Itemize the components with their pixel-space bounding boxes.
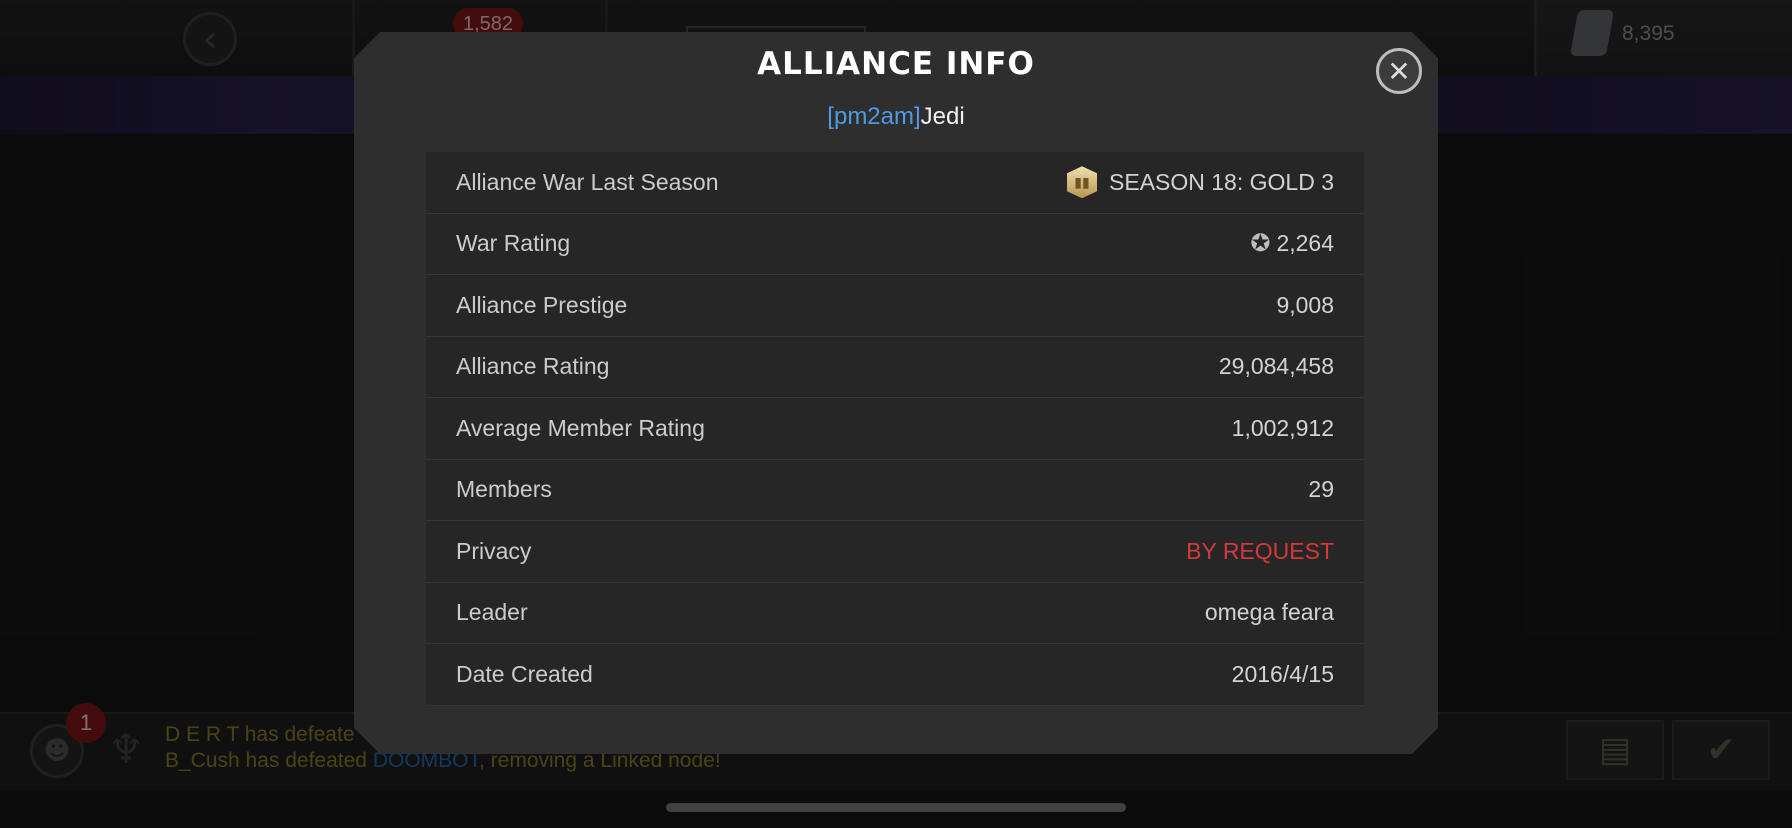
alliance-tag: [pm2am] — [827, 103, 921, 130]
row-label: Privacy — [456, 537, 532, 564]
close-button[interactable]: ✕ — [1376, 48, 1422, 94]
season-gold-icon: ▮▮ — [1067, 166, 1098, 199]
info-row-members: Members 29 — [426, 460, 1364, 521]
row-value: 9,008 — [1276, 291, 1334, 318]
row-value: 29 — [1308, 476, 1334, 503]
privacy-status: BY REQUEST — [1186, 537, 1334, 564]
war-rating-icon: ✪ — [1250, 230, 1271, 258]
info-row-alliance-rating: Alliance Rating 29,084,458 — [426, 337, 1364, 398]
war-rating-value: 2,264 — [1276, 230, 1334, 257]
alliance-info-table: Alliance War Last Season ▮▮ SEASON 18: G… — [426, 152, 1364, 706]
row-value: ✪ 2,264 — [1250, 229, 1334, 258]
info-row-avg-member-rating: Average Member Rating 1,002,912 — [426, 398, 1364, 460]
alliance-info-modal: ALLIANCE INFO [pm2am]Jedi ✕ Alliance War… — [354, 32, 1438, 754]
row-value: ▮▮ SEASON 18: GOLD 3 — [1067, 166, 1334, 199]
row-label: Alliance War Last Season — [456, 168, 719, 195]
row-label: War Rating — [456, 230, 571, 257]
row-label: Average Member Rating — [456, 414, 705, 441]
season-value: SEASON 18: GOLD 3 — [1109, 168, 1334, 195]
info-row-war-rating: War Rating ✪ 2,264 — [426, 214, 1364, 275]
info-row-privacy: Privacy BY REQUEST — [426, 521, 1364, 583]
info-row-prestige: Alliance Prestige 9,008 — [426, 275, 1364, 337]
row-label: Leader — [456, 599, 528, 626]
row-value: 29,084,458 — [1218, 353, 1334, 380]
info-row-date-created: Date Created 2016/4/15 — [426, 644, 1364, 706]
row-label: Alliance Rating — [456, 353, 610, 380]
close-icon: ✕ — [1387, 54, 1411, 88]
info-row-war-season: Alliance War Last Season ▮▮ SEASON 18: G… — [426, 152, 1364, 214]
info-row-leader: Leader omega feara — [426, 583, 1364, 644]
row-label: Members — [456, 476, 552, 503]
alliance-name: [pm2am]Jedi — [354, 103, 1438, 131]
modal-title: ALLIANCE INFO — [757, 46, 1035, 82]
row-value: 2016/4/15 — [1231, 660, 1334, 687]
row-label: Alliance Prestige — [456, 291, 628, 318]
row-value: 1,002,912 — [1231, 414, 1334, 441]
leader-name[interactable]: omega feara — [1205, 599, 1334, 626]
alliance-name-text: Jedi — [920, 103, 965, 130]
row-label: Date Created — [456, 660, 593, 687]
